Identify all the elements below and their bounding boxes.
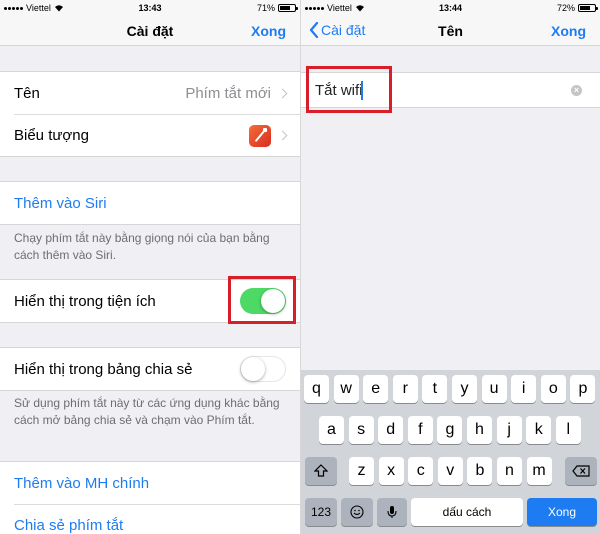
- status-time: 13:43: [138, 3, 162, 13]
- name-value: Phím tắt mới: [185, 84, 271, 102]
- microphone-icon: [387, 506, 397, 518]
- numbers-key[interactable]: 123: [305, 498, 337, 526]
- key-s[interactable]: s: [348, 416, 374, 444]
- return-done-key[interactable]: Xong: [527, 498, 597, 526]
- emoji-icon: [350, 505, 364, 519]
- keyboard-row-1: qwertyuiop: [301, 375, 600, 403]
- highlight-box-toggle: [228, 276, 296, 324]
- status-bar: Viettel 13:44 72%: [301, 0, 600, 16]
- keyboard-row-4: 123 dấu cách Xong: [301, 498, 600, 526]
- shift-icon: [313, 464, 329, 477]
- chevron-right-icon: [277, 88, 288, 98]
- show-in-share-sheet-row: Hiển thị trong bảng chia sẻ: [0, 348, 300, 390]
- shift-key[interactable]: [305, 457, 337, 485]
- add-to-siri-label: Thêm vào Siri: [14, 194, 107, 212]
- key-v[interactable]: v: [437, 457, 463, 485]
- key-i[interactable]: i: [511, 375, 537, 403]
- key-q[interactable]: q: [304, 375, 329, 403]
- siri-footer-text: Chạy phím tắt này bằng giọng nói của bạn…: [14, 231, 270, 262]
- key-n[interactable]: n: [497, 457, 522, 485]
- key-x[interactable]: x: [378, 457, 404, 485]
- magic-wand-shortcut-icon: [249, 124, 271, 147]
- key-c[interactable]: c: [408, 457, 434, 485]
- key-a[interactable]: a: [319, 416, 344, 444]
- highlight-box-name-field: [306, 66, 392, 113]
- clear-text-icon[interactable]: ×: [571, 85, 582, 96]
- share-shortcut-label: Chia sẻ phím tắt: [14, 517, 124, 534]
- show-in-share-sheet-toggle[interactable]: [240, 356, 286, 382]
- key-y[interactable]: y: [452, 375, 477, 403]
- status-bar: Viettel 13:43 71%: [0, 0, 300, 16]
- keyboard-row-3: zxcvbnm: [301, 457, 600, 485]
- key-g[interactable]: g: [437, 416, 463, 444]
- add-to-siri-button[interactable]: Thêm vào Siri: [0, 182, 300, 224]
- key-e[interactable]: e: [363, 375, 389, 403]
- key-j[interactable]: j: [496, 416, 522, 444]
- key-b[interactable]: b: [467, 457, 493, 485]
- key-h[interactable]: h: [467, 416, 492, 444]
- share-sheet-group: Hiển thị trong bảng chia sẻ: [0, 347, 300, 391]
- siri-group: Thêm vào Siri: [0, 181, 300, 225]
- key-m[interactable]: m: [526, 457, 552, 485]
- key-l[interactable]: l: [555, 416, 581, 444]
- done-button[interactable]: Xong: [551, 23, 586, 39]
- key-r[interactable]: r: [392, 375, 418, 403]
- status-time: 13:44: [438, 3, 463, 13]
- key-p[interactable]: p: [570, 375, 596, 403]
- actions-group: Thêm vào MH chính Chia sẻ phím tắt: [0, 461, 300, 534]
- battery-percent: 71%: [256, 3, 275, 13]
- settings-screen: Viettel 13:43 71% Cài đặt Xong Tên Phím …: [0, 0, 300, 534]
- emoji-key[interactable]: [341, 498, 373, 526]
- done-button[interactable]: Xong: [251, 23, 286, 39]
- key-k[interactable]: k: [526, 416, 552, 444]
- backspace-icon: [572, 465, 590, 477]
- battery-icon: [578, 4, 598, 12]
- key-u[interactable]: u: [481, 375, 507, 403]
- toggle-knob: [241, 357, 265, 381]
- navigation-bar: Cài đặt Tên Xong: [301, 16, 600, 46]
- name-icon-group: Tên Phím tắt mới Biểu tượng: [0, 71, 300, 157]
- key-z[interactable]: z: [349, 457, 374, 485]
- icon-label: Biểu tượng: [14, 127, 89, 144]
- battery-icon: [278, 4, 298, 12]
- keyboard: qwertyuiop asdfghjkl zxcvbnm 123 dấu các…: [301, 370, 600, 534]
- add-to-home-screen-label: Thêm vào MH chính: [14, 474, 150, 492]
- space-key[interactable]: dấu cách: [411, 498, 523, 526]
- key-f[interactable]: f: [407, 416, 433, 444]
- share-shortcut-button[interactable]: Chia sẻ phím tắt: [14, 504, 300, 534]
- chevron-right-icon: [277, 130, 288, 141]
- battery-percent: 72%: [556, 3, 575, 13]
- key-d[interactable]: d: [378, 416, 404, 444]
- dictation-key[interactable]: [377, 498, 407, 526]
- icon-row[interactable]: Biểu tượng: [14, 114, 300, 156]
- add-to-home-screen-button[interactable]: Thêm vào MH chính: [0, 462, 300, 504]
- delete-key[interactable]: [565, 457, 597, 485]
- key-o[interactable]: o: [540, 375, 566, 403]
- key-t[interactable]: t: [422, 375, 448, 403]
- share-sheet-footer-text: Sử dụng phím tắt này từ các ứng dụng khá…: [14, 396, 280, 427]
- name-label: Tên: [14, 84, 40, 102]
- show-in-share-sheet-label: Hiển thị trong bảng chia sẻ: [14, 360, 193, 378]
- show-in-widget-label: Hiển thị trong tiện ích: [14, 292, 156, 310]
- name-edit-screen: Viettel 13:44 72% Cài đặt Tên Xong × qwe…: [300, 0, 600, 534]
- key-w[interactable]: w: [333, 375, 359, 403]
- keyboard-row-2: asdfghjkl: [301, 416, 600, 444]
- navigation-bar: Cài đặt Xong: [0, 16, 300, 46]
- name-row[interactable]: Tên Phím tắt mới: [0, 72, 300, 114]
